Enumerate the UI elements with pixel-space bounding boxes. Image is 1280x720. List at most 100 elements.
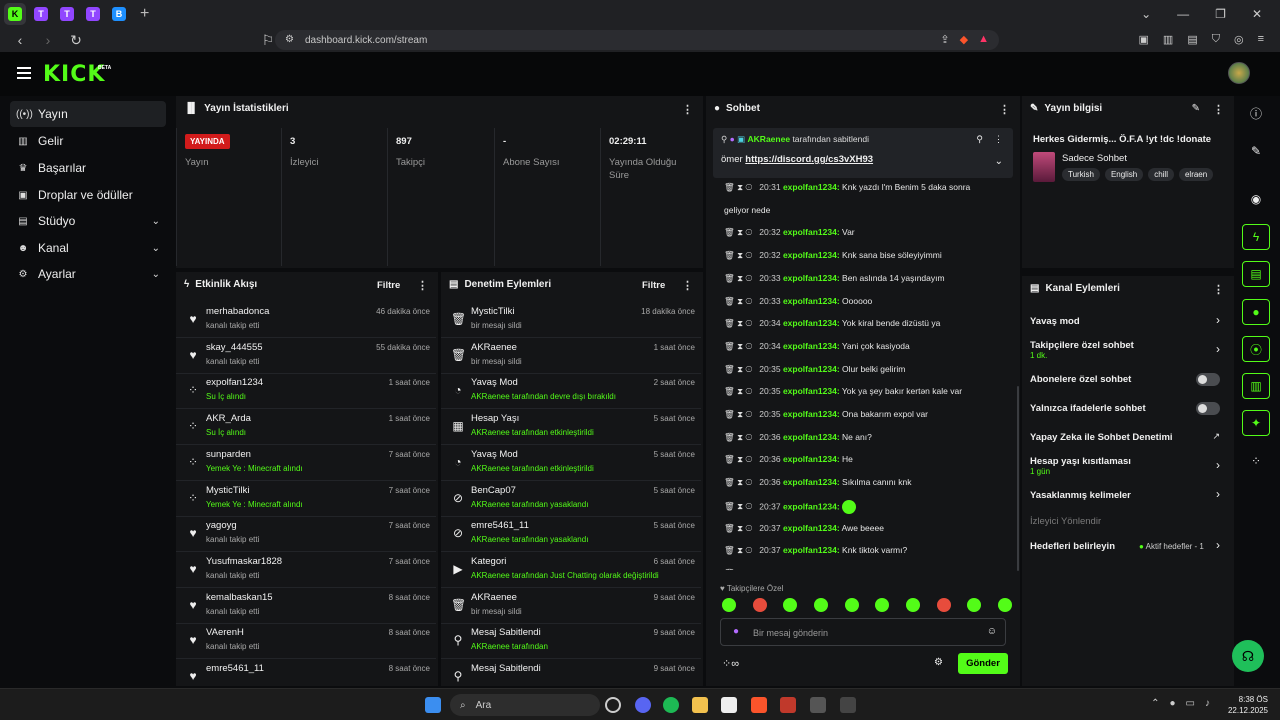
list-item[interactable]: ⚲ Mesaj Sabitlendi 9 saat önce <box>441 659 701 686</box>
emote-icon[interactable] <box>967 598 982 612</box>
layout-icon[interactable]: ▥ <box>1242 373 1270 399</box>
volume-icon[interactable]: ♪ <box>1205 698 1210 709</box>
back-icon[interactable]: ‹ <box>12 32 28 48</box>
rewards-icon[interactable]: ▲ <box>978 33 989 46</box>
chat-username[interactable]: expolfan1234: <box>783 477 840 487</box>
points-icon[interactable]: ⁘∞ <box>722 657 739 670</box>
pen-app-icon[interactable] <box>810 697 826 713</box>
more-options-icon[interactable]: ⋮ <box>1213 283 1224 296</box>
account-age-label[interactable]: Hesap yaşı kısıtlaması 1 gün <box>1030 456 1131 476</box>
chat-username[interactable]: expolfan1234: <box>783 296 840 306</box>
more-options-icon[interactable]: ⋮ <box>682 103 693 116</box>
list-item[interactable]: ⊘ emre5461_11 AKRaenee tarafından yasaklan… <box>441 516 701 553</box>
list-item[interactable]: ♥ merhabadonca kanalı takip etti 46 dakika … <box>176 302 436 338</box>
emote-icon[interactable] <box>875 598 890 612</box>
folder-icon[interactable] <box>692 697 708 713</box>
list-item[interactable]: ⁘ sunparden Yemek Ye : Minecraft alındı 7 s… <box>176 445 436 481</box>
network-icon[interactable]: ▭ <box>1186 698 1195 709</box>
external-link-icon[interactable]: ↗ <box>1212 431 1220 442</box>
chat-input[interactable]: ● Bir mesaj gönderin ☺ <box>720 618 1006 646</box>
chevron-right-icon[interactable]: › <box>1216 313 1220 327</box>
mod-tools-icon[interactable]: 🗑 ⧗ ☉ <box>724 501 752 511</box>
chat-username[interactable]: expolfan1234: <box>783 386 840 396</box>
list-item[interactable]: ▶ Kategori AKRaenee tarafından Just Chatti… <box>441 552 701 588</box>
brave-shield-icon[interactable]: ◆ <box>960 33 968 46</box>
discord-icon[interactable] <box>635 697 651 713</box>
chevron-right-icon[interactable]: › <box>1216 538 1220 552</box>
list-item[interactable]: ♥ skay_444555 kanalı takip etti 55 dakika ö… <box>176 338 436 374</box>
more-options-icon[interactable]: ⋮ <box>1213 103 1224 116</box>
list-item[interactable]: 🗑 AKRaenee bir mesajı sildi 9 saat önce <box>441 588 701 624</box>
mic-icon[interactable]: ● <box>1170 698 1176 709</box>
sidebar-item-gelir[interactable]: ▥ Gelir <box>10 128 166 154</box>
close-icon[interactable]: ✕ <box>1252 7 1262 21</box>
chevron-right-icon[interactable]: › <box>1216 342 1220 356</box>
category-thumbnail[interactable] <box>1033 152 1055 182</box>
list-item[interactable]: ⚲ Mesaj Sabitlendi AKRaenee tarafından 9 sa… <box>441 623 701 660</box>
emote-icon[interactable] <box>997 598 1012 612</box>
emote-icon[interactable] <box>722 598 736 612</box>
chat-username[interactable]: expolfan1234: <box>783 432 840 442</box>
spotify-icon[interactable] <box>663 697 679 713</box>
user-avatar[interactable] <box>1228 62 1250 84</box>
chat-input-placeholder[interactable]: Bir mesaj gönderin <box>753 628 828 638</box>
maximize-icon[interactable]: ❐ <box>1215 7 1226 21</box>
list-item[interactable]: ⊘ BenCap07 AKRaenee tarafından yasaklandı 5… <box>441 481 701 517</box>
category-name[interactable]: Sadece Sohbet <box>1062 153 1127 164</box>
sidebar-toggle-icon[interactable]: ▥ <box>1163 33 1173 46</box>
tool-app-icon[interactable] <box>840 697 856 713</box>
browser-tab-twitch-2[interactable]: T <box>56 3 78 25</box>
browser-tab-other[interactable]: B <box>108 3 130 25</box>
ai-moderation-label[interactable]: Yapay Zeka ile Sohbet Denetimi <box>1030 432 1173 443</box>
pinned-by-user[interactable]: AKRaenee <box>748 134 791 144</box>
list-item[interactable]: ♥ yagoyg kanalı takip etti 7 saat önce <box>176 516 436 553</box>
mod-tools-icon[interactable]: 🗑 ⧗ ☉ <box>724 182 752 192</box>
sidebar-item-kanal[interactable]: ☻ Kanal ⌄ <box>10 235 166 261</box>
forward-icon[interactable]: › <box>40 32 56 48</box>
chevron-right-icon[interactable]: › <box>1216 458 1220 472</box>
chat-username[interactable]: expolfan1234: <box>783 227 840 237</box>
reload-icon[interactable]: ↻ <box>68 32 84 49</box>
emote-icon[interactable] <box>813 598 828 612</box>
wallet-icon[interactable]: ▤ <box>1187 33 1197 46</box>
list-item[interactable]: ◔ Yavaş Mod AKRaenee tarafından devre dışı… <box>441 373 701 410</box>
list-item[interactable]: ⁘ expolfan1234 Su İç alındı 1 saat önce <box>176 373 436 410</box>
more-options-icon[interactable]: ⋮ <box>999 103 1010 116</box>
edit-icon[interactable]: ✎ <box>1192 103 1200 114</box>
tag-chip[interactable]: chill <box>1148 168 1174 181</box>
mod-tools-icon[interactable]: 🗑 ⧗ ☉ <box>724 227 752 237</box>
steam-icon[interactable] <box>605 697 621 713</box>
subs-only-toggle[interactable] <box>1196 373 1220 386</box>
sidebar-item-yayin[interactable]: ((•)) Yayın <box>10 101 166 127</box>
mod-tools-icon[interactable]: 🗑 ⧗ ☉ <box>724 341 752 351</box>
sidebar-item-droplar[interactable]: ▣ Droplar ve ödüller <box>10 182 166 208</box>
list-item[interactable]: ⁘ MysticTilki Yemek Ye : Minecraft alındı 7… <box>176 481 436 517</box>
sidebar-item-basarilar[interactable]: ♛ Başarılar <box>10 155 166 181</box>
minimize-icon[interactable]: — <box>1177 7 1189 21</box>
emotes-only-toggle[interactable] <box>1196 402 1220 415</box>
list-item[interactable]: ◔ Yavaş Mod AKRaenee tarafından etkinleşti… <box>441 445 701 481</box>
sidebar-item-studyo[interactable]: ▤ Stüdyo ⌄ <box>10 208 166 234</box>
chat-username[interactable]: expolfan1234: <box>783 545 840 555</box>
emote-icon[interactable] <box>752 598 767 612</box>
send-button[interactable]: Gönder <box>958 653 1008 674</box>
unpin-icon[interactable]: ⚲ <box>976 134 983 145</box>
list-item[interactable]: ⁘ AKR_Arda Su İç alındı 1 saat önce <box>176 409 436 446</box>
chevron-right-icon[interactable]: › <box>1216 487 1220 501</box>
filter-button[interactable]: Filtre <box>642 280 665 291</box>
tag-chip[interactable]: English <box>1104 168 1144 181</box>
windows-start-icon[interactable] <box>425 697 441 713</box>
list-item[interactable]: ♥ VAerenH kanalı takip etti 8 saat önce <box>176 623 436 660</box>
slow-mode-label[interactable]: Yavaş mod <box>1030 316 1080 327</box>
obs-app-icon[interactable] <box>780 697 796 713</box>
reader-icon[interactable]: ▣ <box>1139 33 1149 46</box>
mod-tools-icon[interactable]: 🗑 ⧗ ☉ <box>724 545 752 555</box>
chat-username[interactable]: expolfan1234: <box>783 523 840 533</box>
points-icon[interactable]: ⁘ <box>1242 448 1270 474</box>
vpn-icon[interactable]: ◎ <box>1234 33 1244 46</box>
mod-tools-icon[interactable]: 🗑 ⧗ ☉ <box>724 250 752 260</box>
gear-icon[interactable]: ⚙ <box>934 657 943 668</box>
chevron-up-icon[interactable]: ⌃ <box>1151 698 1159 709</box>
hamburger-menu-icon[interactable] <box>17 67 31 79</box>
chat-icon[interactable]: ● <box>1242 299 1270 325</box>
